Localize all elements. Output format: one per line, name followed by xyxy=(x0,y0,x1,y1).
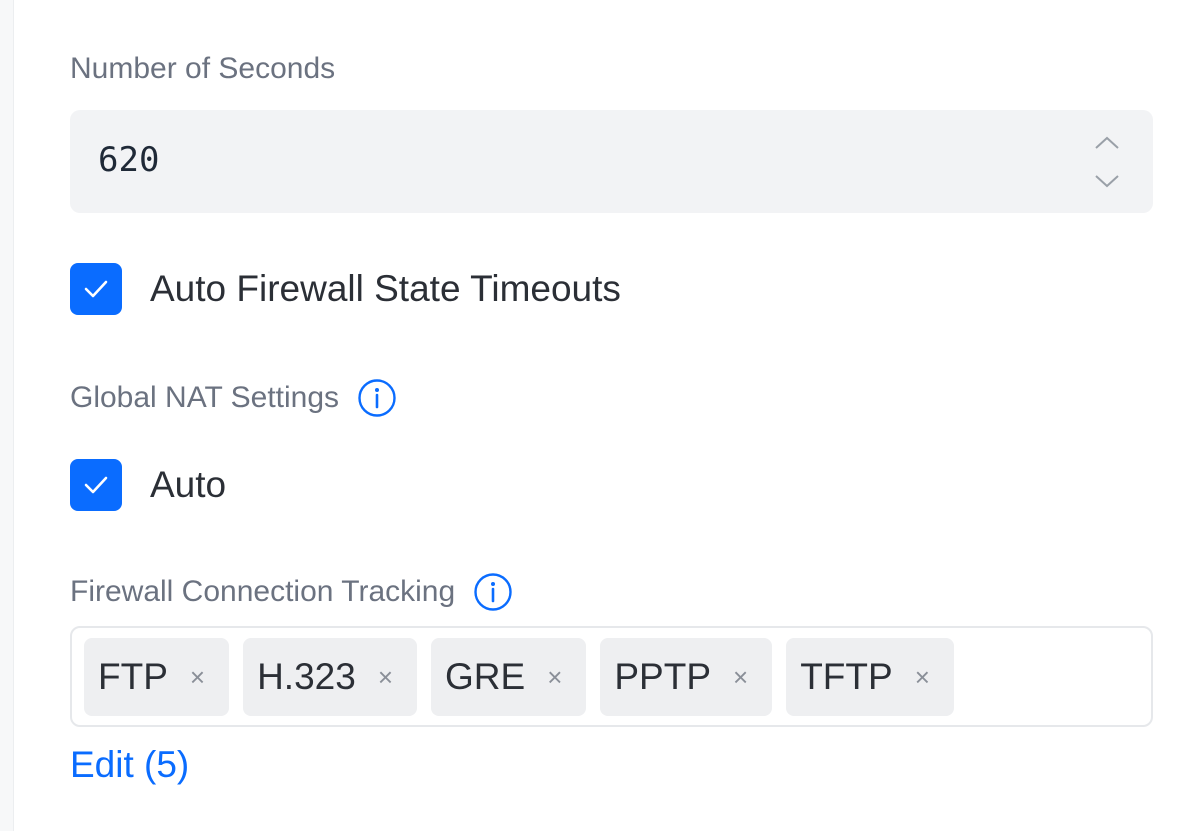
settings-panel: Number of Seconds 620 Auto Firewall Stat… xyxy=(0,0,1193,831)
tag-label: FTP xyxy=(98,656,168,697)
tag-label: H.323 xyxy=(257,656,356,697)
auto-firewall-state-timeouts-checkbox[interactable] xyxy=(70,263,122,315)
close-icon[interactable]: × xyxy=(190,664,205,690)
stepper-increment-button[interactable] xyxy=(1085,124,1129,162)
chevron-up-icon xyxy=(1095,136,1119,149)
info-circle-icon[interactable] xyxy=(473,572,513,612)
info-circle-icon[interactable] xyxy=(357,378,397,418)
tag-gre: GRE × xyxy=(431,638,587,716)
close-icon[interactable]: × xyxy=(915,664,930,690)
checkmark-icon xyxy=(84,476,108,494)
close-icon[interactable]: × xyxy=(733,664,748,690)
tag-label: GRE xyxy=(445,656,526,697)
tag-pptp: PPTP × xyxy=(600,638,773,716)
tag-label: PPTP xyxy=(614,656,712,697)
tag-tftp: TFTP × xyxy=(786,638,954,716)
number-of-seconds-label: Number of Seconds xyxy=(70,52,335,86)
close-icon[interactable]: × xyxy=(547,664,562,690)
connection-tracking-tag-input[interactable]: FTP × H.323 × GRE × PPTP × TFTP × xyxy=(70,626,1153,727)
global-nat-auto-label[interactable]: Auto xyxy=(150,464,226,506)
number-of-seconds-input[interactable]: 620 xyxy=(70,110,1153,213)
close-icon[interactable]: × xyxy=(378,664,393,690)
chevron-down-icon xyxy=(1095,175,1119,188)
firewall-connection-tracking-label: Firewall Connection Tracking xyxy=(70,572,513,612)
number-of-seconds-value[interactable]: 620 xyxy=(98,140,159,180)
stepper-decrement-button[interactable] xyxy=(1085,162,1129,200)
number-stepper[interactable] xyxy=(1085,124,1129,200)
global-nat-auto-checkbox[interactable] xyxy=(70,459,122,511)
firewall-connection-tracking-label-text: Firewall Connection Tracking xyxy=(70,575,456,608)
global-nat-settings-label-text: Global NAT Settings xyxy=(70,381,340,414)
global-nat-settings-label: Global NAT Settings xyxy=(70,378,397,418)
checkmark-icon xyxy=(84,280,108,298)
number-of-seconds-label-text: Number of Seconds xyxy=(70,52,336,85)
tag-ftp: FTP × xyxy=(84,638,230,716)
global-nat-auto-option[interactable]: Auto xyxy=(70,459,226,511)
tag-h323: H.323 × xyxy=(243,638,417,716)
tag-label: TFTP xyxy=(800,656,893,697)
auto-firewall-state-timeouts-option[interactable]: Auto Firewall State Timeouts xyxy=(70,263,621,315)
tag-list: FTP × H.323 × GRE × PPTP × TFTP × xyxy=(84,638,954,716)
panel-left-border xyxy=(0,0,14,831)
auto-firewall-state-timeouts-label[interactable]: Auto Firewall State Timeouts xyxy=(150,268,621,310)
edit-connection-tracking-link[interactable]: Edit (5) xyxy=(70,744,189,786)
